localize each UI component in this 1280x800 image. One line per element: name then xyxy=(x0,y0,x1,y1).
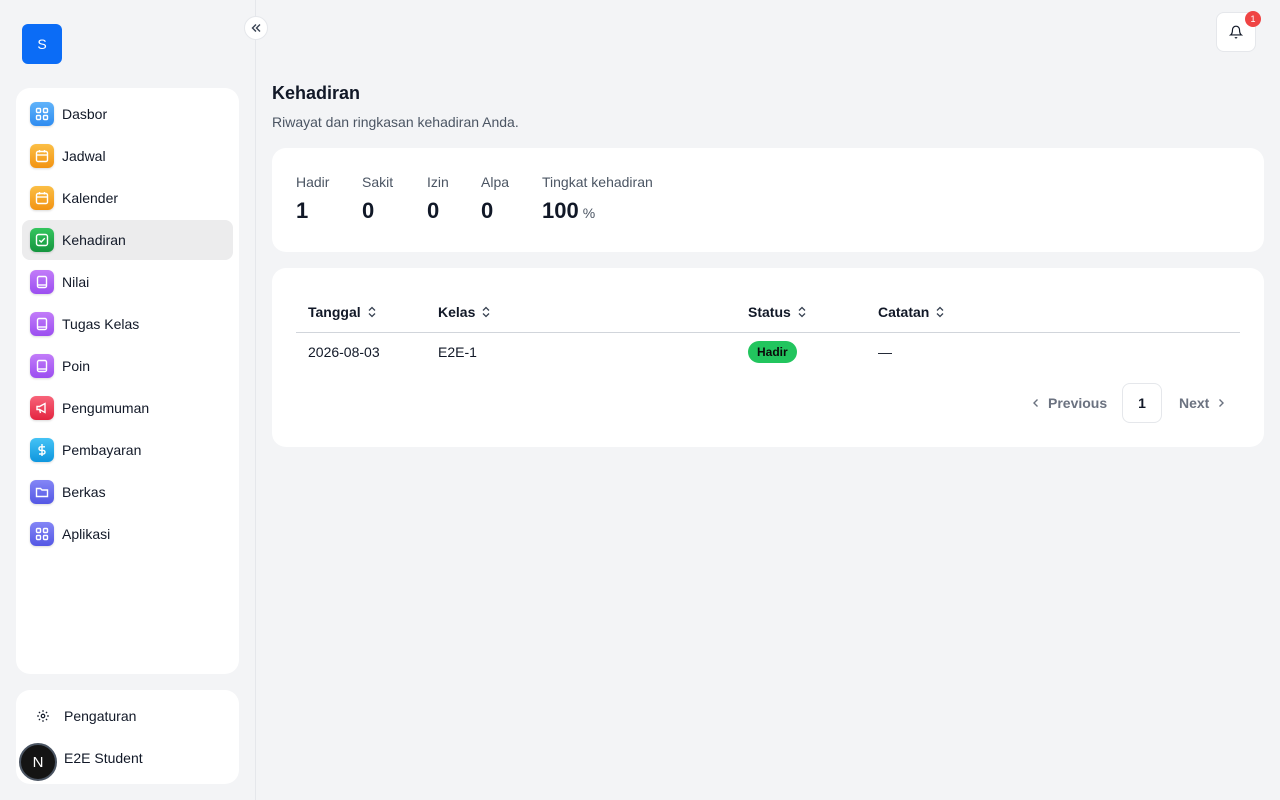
chevron-right-icon xyxy=(1217,398,1225,408)
settings-label: Pengaturan xyxy=(64,708,137,724)
sort-icon xyxy=(475,306,491,318)
chevrons-left-icon xyxy=(250,22,262,34)
column-header-tanggal[interactable]: Tanggal xyxy=(308,304,377,320)
sidebar-item-pembayaran[interactable]: Pembayaran xyxy=(22,430,233,470)
stat-permit: Izin 0 xyxy=(427,174,449,224)
column-header-label: Tanggal xyxy=(308,304,361,320)
apps-grid-icon xyxy=(30,522,54,546)
sidebar-item-label: Dasbor xyxy=(62,106,108,122)
attendance-summary-card: Hadir 1 Sakit 0 Izin 0 Alpa 0 Tingkat ke… xyxy=(272,148,1264,252)
sidebar-item-nilai[interactable]: Nilai xyxy=(22,262,233,302)
stat-absent: Alpa 0 xyxy=(481,174,509,224)
sort-icon xyxy=(929,306,945,318)
sidebar-item-pengumuman[interactable]: Pengumuman xyxy=(22,388,233,428)
dashboard-icon xyxy=(30,102,54,126)
sidebar-item-label: Pengumuman xyxy=(62,400,150,416)
book-icon xyxy=(30,312,54,336)
sidebar-item-label: Kehadiran xyxy=(62,232,126,248)
column-header-label: Kelas xyxy=(438,304,476,320)
bell-icon xyxy=(1229,25,1243,39)
stat-label: Izin xyxy=(427,174,449,190)
pagination-next-label: Next xyxy=(1179,395,1210,411)
sidebar-item-label: Pembayaran xyxy=(62,442,142,458)
dollar-icon xyxy=(30,438,54,462)
attendance-table-card: Tanggal Kelas Status Catatan 2026-08-03 … xyxy=(272,268,1264,447)
folder-icon xyxy=(30,480,54,504)
pagination-previous-label: Previous xyxy=(1048,395,1108,411)
table-header-divider xyxy=(296,332,1240,333)
sidebar-item-poin[interactable]: Poin xyxy=(22,346,233,386)
column-header-status[interactable]: Status xyxy=(748,304,807,320)
sidebar-item-dasbor[interactable]: Dasbor xyxy=(22,94,233,134)
sidebar-item-kehadiran[interactable]: Kehadiran xyxy=(22,220,233,260)
book-icon xyxy=(30,354,54,378)
cell-note: — xyxy=(878,344,892,360)
page-title: Kehadiran xyxy=(272,83,361,103)
column-header-catatan[interactable]: Catatan xyxy=(878,304,945,320)
pagination-next-button[interactable]: Next xyxy=(1179,395,1225,411)
app-logo[interactable]: S xyxy=(22,24,62,64)
stat-value: 0 xyxy=(481,198,494,223)
sidebar-item-label: Berkas xyxy=(62,484,106,500)
sidebar-item-tugas-kelas[interactable]: Tugas Kelas xyxy=(22,304,233,344)
stat-value-row: 100% xyxy=(542,198,653,224)
stat-unit: % xyxy=(582,205,596,221)
column-header-label: Status xyxy=(748,304,791,320)
sidebar-nav: Dasbor Jadwal Kalender Kehadiran Nilai T… xyxy=(16,88,239,674)
stat-label: Alpa xyxy=(481,174,510,190)
megaphone-icon xyxy=(30,396,54,420)
book-icon xyxy=(30,270,54,294)
sort-icon xyxy=(791,306,807,318)
chevron-left-icon xyxy=(1032,398,1040,408)
stat-present: Hadir 1 xyxy=(296,174,329,224)
stat-label: Tingkat kehadiran xyxy=(542,174,653,190)
sidebar: S Dasbor Jadwal Kalender Kehadiran Nilai… xyxy=(0,0,256,800)
notifications-button[interactable]: 1 xyxy=(1216,11,1261,52)
stat-attendance-rate: Tingkat kehadiran 100% xyxy=(542,174,653,224)
gear-icon xyxy=(36,709,50,723)
sidebar-item-kalender[interactable]: Kalender xyxy=(22,178,233,218)
avatar[interactable]: N xyxy=(19,743,57,781)
cell-class: E2E-1 xyxy=(438,344,477,360)
sort-icon xyxy=(361,306,377,318)
sidebar-item-label: Tugas Kelas xyxy=(62,316,140,332)
column-header-label: Catatan xyxy=(878,304,930,320)
pagination-page-button[interactable]: 1 xyxy=(1122,383,1162,423)
calendar-icon xyxy=(30,144,54,168)
stat-value: 0 xyxy=(427,198,440,223)
pagination-previous-button[interactable]: Previous xyxy=(1032,395,1107,411)
check-square-icon xyxy=(30,228,54,252)
sidebar-item-label: Poin xyxy=(62,358,91,374)
cell-date: 2026-08-03 xyxy=(308,344,380,360)
stat-label: Hadir xyxy=(296,174,330,190)
sidebar-item-label: Jadwal xyxy=(62,148,106,164)
sidebar-item-jadwal[interactable]: Jadwal xyxy=(22,136,233,176)
user-name: E2E Student xyxy=(64,750,143,766)
sidebar-item-label: Nilai xyxy=(62,274,90,290)
stat-label: Sakit xyxy=(362,174,394,190)
collapse-sidebar-button[interactable] xyxy=(244,16,268,40)
sidebar-item-aplikasi[interactable]: Aplikasi xyxy=(22,514,233,554)
settings-link[interactable]: Pengaturan xyxy=(22,695,233,737)
stat-value: 100 xyxy=(542,198,579,223)
status-badge: Hadir xyxy=(748,341,797,363)
calendar-icon xyxy=(30,186,54,210)
notification-count-badge: 1 xyxy=(1245,11,1261,27)
sidebar-item-berkas[interactable]: Berkas xyxy=(22,472,233,512)
stat-value: 0 xyxy=(362,198,375,223)
sidebar-item-label: Kalender xyxy=(62,190,119,206)
stat-value: 1 xyxy=(296,198,309,223)
stat-sick: Sakit 0 xyxy=(362,174,393,224)
page-subtitle: Riwayat dan ringkasan kehadiran Anda. xyxy=(272,114,519,130)
column-header-kelas[interactable]: Kelas xyxy=(438,304,491,320)
sidebar-item-label: Aplikasi xyxy=(62,526,111,542)
